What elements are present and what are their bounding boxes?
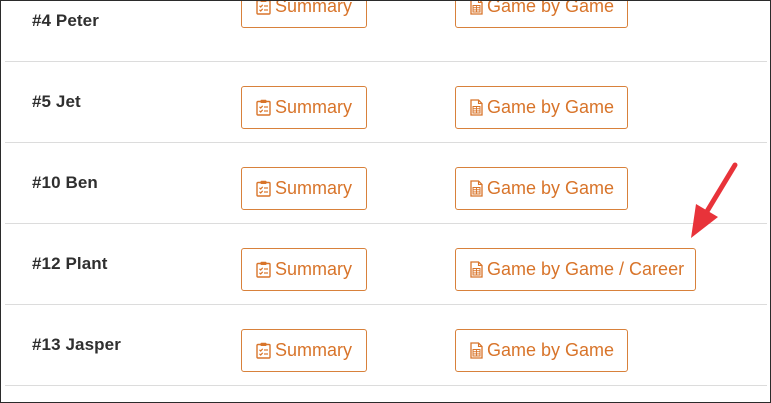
game-by-game-button[interactable]: Game by Game [455,329,628,372]
spreadsheet-document-icon [470,180,483,197]
player-name: #13 Jasper [32,335,121,354]
player-name: #12 Plant [32,254,108,273]
summary-button[interactable]: Summary [241,329,367,372]
clipboard-checklist-icon [256,99,271,116]
player-name: #10 Ben [32,173,98,192]
game-by-game-button[interactable]: Game by Game [455,167,628,210]
spreadsheet-document-icon [470,99,483,116]
clipboard-checklist-icon [256,1,271,15]
summary-button[interactable]: Summary [241,167,367,210]
summary-button[interactable]: Summary [241,248,367,291]
spreadsheet-document-icon [470,342,483,359]
summary-button-label: Summary [275,259,353,279]
clipboard-checklist-icon [256,180,271,197]
summary-button-label: Summary [275,97,353,117]
table-row: #10 Ben Summary Game by Game [5,143,767,224]
clipboard-checklist-icon [256,342,271,359]
player-name: #4 Peter [32,11,99,30]
game-by-game-career-button[interactable]: Game by Game / Career [455,248,696,291]
game-by-game-button[interactable]: Game by Game [455,0,628,28]
table-row: #5 Jet Summary Game by Game [5,62,767,143]
clipboard-checklist-icon [256,261,271,278]
spreadsheet-document-icon [470,261,483,278]
player-stats-list: #4 Peter Summary Game by Game #5 Jet Sum… [0,0,771,403]
table-row: #4 Peter Summary Game by Game [5,0,767,62]
game-by-game-button[interactable]: Game by Game [455,86,628,129]
summary-button-label: Summary [275,0,353,16]
game-by-game-button-label: Game by Game [487,97,615,117]
summary-button-label: Summary [275,340,353,360]
summary-button[interactable]: Summary [241,0,367,28]
game-by-game-button-label: Game by Game [487,340,615,360]
summary-button-label: Summary [275,178,353,198]
summary-button[interactable]: Summary [241,86,367,129]
player-name: #5 Jet [32,92,81,111]
game-by-game-button-label: Game by Game [487,178,615,198]
table-row: #12 Plant Summary Game by Game / Career [5,224,767,305]
table-row: #13 Jasper Summary Game by Game [5,305,767,386]
spreadsheet-document-icon [470,1,483,15]
game-by-game-button-label: Game by Game [487,0,615,16]
game-by-game-career-button-label: Game by Game / Career [487,259,685,279]
